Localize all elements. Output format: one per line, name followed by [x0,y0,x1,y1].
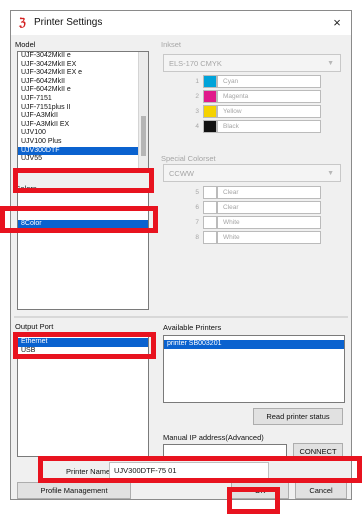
title-bar: ℨ Printer Settings × [11,11,351,35]
special-colorset-value: CCWW [169,169,194,178]
model-label: Model [15,40,36,49]
window-title: Printer Settings [34,17,103,28]
model-list-item[interactable]: UJV100 [18,129,148,138]
ink-color-swatch [203,216,217,229]
output-port-item[interactable]: USB [18,347,148,356]
chevron-down-icon: ▼ [327,60,334,67]
model-list-item[interactable]: UJF-3042MkII e [18,52,148,61]
model-list-item[interactable]: UJV300DTF [18,146,148,156]
model-list-item[interactable]: UJV100 Plus [18,138,148,147]
model-list-item[interactable]: UJF-6042MkII [18,78,148,87]
ink-number: 2 [195,93,199,100]
ink-color-swatch [203,231,217,244]
ink-name: White [217,216,321,229]
model-list-item[interactable]: UJF-3042MkII EX e [18,69,148,78]
ink-number: 4 [195,123,199,130]
app-logo-icon: ℨ [19,17,26,29]
ink-number: 3 [195,108,199,115]
inkset-dropdown[interactable]: ELS-170 CMYK ▼ [163,54,341,72]
available-printers-label: Available Printers [163,323,222,332]
output-port-item[interactable]: Ethernet [18,338,148,347]
model-list-item[interactable]: UJF-6042MkII e [18,86,148,95]
ink-number: 6 [195,204,199,211]
close-icon[interactable]: × [327,14,347,32]
model-list-item[interactable]: UJF-7151 [18,95,148,104]
printer-name-field[interactable]: UJV300DTF-75 01 [109,462,269,479]
manual-ip-input[interactable] [163,444,287,460]
printer-settings-dialog: ℨ Printer Settings × Model UJF-3042MkII … [10,10,352,500]
model-list-item[interactable]: UJF-A3MkII [18,112,148,121]
ink-number: 8 [195,234,199,241]
ink-name: Cyan [217,75,321,88]
model-list-scrollbar[interactable] [138,52,148,170]
ink-name: Yellow [217,105,321,118]
output-port-label: Output Port [15,322,54,331]
ink-name: Clear [217,186,321,199]
manual-ip-label: Manual IP address(Advanced) [163,433,264,442]
chevron-down-icon: ▼ [327,170,334,177]
ink-number: 1 [195,78,199,85]
ink-name: Magenta [217,90,321,103]
model-list-item[interactable]: UJV55 [18,155,148,164]
output-port-list[interactable]: Ethernet USB [17,333,149,457]
profile-management-button[interactable]: Profile Management [17,482,131,499]
model-list-item[interactable]: UJF-A3MkII EX [18,121,148,130]
special-colorset-dropdown[interactable]: CCWW ▼ [163,164,341,182]
ok-button[interactable]: OK [231,482,289,499]
connect-button[interactable]: CONNECT [293,443,343,460]
colors-list[interactable]: 8Color [17,192,149,310]
inkset-value: ELS-170 CMYK [169,59,222,68]
ink-row: 4 Black [181,120,321,133]
ink-row: 5 Clear [181,186,321,199]
ink-color-swatch [203,105,217,118]
group-divider [14,316,348,318]
available-printers-list[interactable]: printer SB003201 [163,335,345,403]
ink-color-swatch [203,120,217,133]
cancel-button[interactable]: Cancel [295,482,347,499]
colors-list-item[interactable]: 8Color [18,220,148,229]
ink-row: 2 Magenta [181,90,321,103]
ink-row: 3 Yellow [181,105,321,118]
ink-color-swatch [203,201,217,214]
read-printer-status-button[interactable]: Read printer status [253,408,343,425]
model-list-item[interactable]: UJF-7151plus II [18,104,148,113]
printer-name-label: Printer Name [66,467,111,476]
ink-color-swatch [203,186,217,199]
ink-number: 7 [195,219,199,226]
special-colorset-label: Special Colorset [161,154,216,163]
ink-name: Clear [217,201,321,214]
ink-color-swatch [203,90,217,103]
model-list-item[interactable]: UJF-3042MkII EX [18,61,148,70]
ink-row: 8 White [181,231,321,244]
ink-row: 6 Clear [181,201,321,214]
model-list[interactable]: UJF-3042MkII e UJF-3042MkII EX UJF-3042MkI… [17,51,149,171]
inkset-label: Inkset [161,40,182,49]
ink-row: 7 White [181,216,321,229]
ink-number: 5 [195,189,199,196]
model-scroll-thumb[interactable] [141,116,146,156]
ink-row: 1 Cyan [181,75,321,88]
ink-name: White [217,231,321,244]
ink-color-swatch [203,75,217,88]
available-printer-item[interactable]: printer SB003201 [164,340,344,349]
ink-name: Black [217,120,321,133]
